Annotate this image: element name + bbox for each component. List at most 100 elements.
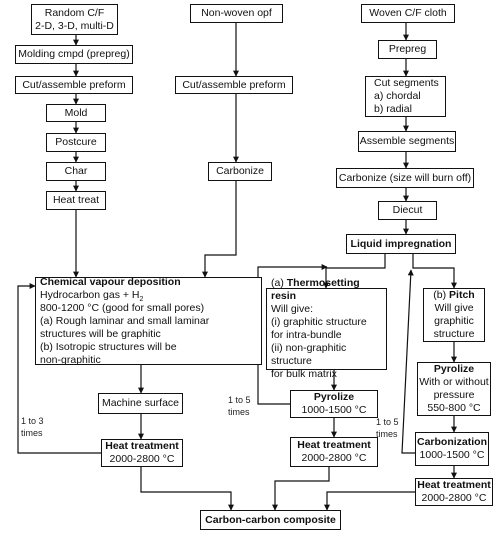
cvd-note-a1: (a) Rough laminar and small laminar: [40, 314, 210, 327]
woven-cf-cloth-box: Woven C/F cloth: [361, 4, 455, 23]
pyrolize-box-2: Pyrolize With or without pressure 550-80…: [417, 362, 491, 416]
thermo-line: (ii) non-graphitic structure: [271, 342, 347, 367]
random-cf-dims: 2-D, 3-D, multi-D: [35, 19, 114, 32]
postcure-label: Postcure: [55, 136, 97, 148]
composite-label: Carbon-carbon composite: [205, 513, 336, 526]
thermo-heading: (a) Thermosetting resin: [271, 277, 386, 303]
carbonization-box: Carbonization 1000-1500 °C: [415, 432, 489, 466]
woven-label: Woven C/F cloth: [369, 7, 447, 19]
cut-segments-box: Cut segments a) chordal b) radial: [365, 76, 446, 117]
pitch-title: Pitch: [449, 289, 475, 301]
heat-treatment-title: Heat treatment: [105, 440, 179, 452]
diecut-label: Diecut: [392, 204, 423, 216]
carbonization-temp: 1000-1500 °C: [419, 449, 485, 461]
mold-box: Mold: [46, 104, 106, 122]
cut-segments-title: Cut segments: [374, 77, 439, 89]
pyrolize-line: pressure: [433, 389, 475, 401]
pyrolize-box-1: Pyrolize 1000-1500 °C: [290, 390, 378, 418]
cvd-title: Chemical vapour deposition: [40, 275, 181, 288]
cut-segments-chordal: a) chordal: [374, 90, 421, 102]
postcure-box: Postcure: [46, 133, 106, 152]
thermo-line: for intra-bundle: [271, 329, 342, 341]
arrow: [140, 467, 234, 511]
thermo-loop-label: 1 to 5 times: [228, 394, 251, 418]
machine-surface-label: Machine surface: [101, 397, 180, 409]
cut-assemble-label: Cut/assemble preform: [182, 78, 286, 91]
loop-arrow: [401, 269, 415, 454]
cvd-box: Chemical vapour deposition Hydrocarbon g…: [35, 275, 262, 366]
machine-surface-box: Machine surface: [98, 393, 183, 414]
cut-assemble-label: Cut/assemble preform: [22, 78, 126, 91]
carbonize-box-1: Carbonize: [208, 162, 272, 181]
pyrolize-temp: 1000-1500 °C: [301, 404, 367, 416]
loop-count: 1 to 5: [228, 395, 251, 405]
pitch-line: structure: [433, 328, 475, 340]
pyrolize-title: Pyrolize: [433, 363, 475, 375]
pyrolize-line: With or without: [419, 376, 489, 388]
prepreg-label: Prepreg: [388, 43, 427, 55]
char-box: Char: [46, 162, 106, 181]
arrow: [202, 181, 237, 278]
char-label: Char: [64, 165, 88, 177]
pitch-line: Will give: [434, 302, 474, 314]
heat-treatment-mid-box: Heat treatment 2000-2800 °C: [290, 437, 378, 467]
pitch-prefix: (b): [433, 289, 450, 301]
carbon-carbon-composite-box: Carbon-carbon composite: [200, 510, 341, 530]
pyrolize-title: Pyrolize: [313, 391, 355, 403]
assemble-segments-box: Assemble segments: [358, 131, 456, 152]
loop-unit: times: [228, 407, 250, 417]
cvd-temp: 800-1200 °C (good for small pores): [40, 301, 205, 314]
cut-assemble-preform-box-2: Cut/assemble preform: [175, 76, 293, 94]
pitch-heading: (b) Pitch: [433, 289, 474, 302]
loop-unit: times: [21, 428, 43, 438]
molding-label: Molding cmpd (prepreg): [18, 48, 130, 60]
random-cf-label: Random C/F: [44, 6, 105, 19]
heat-treatment-temp: 2000-2800 °C: [421, 492, 487, 504]
assemble-label: Assemble segments: [359, 135, 455, 147]
liquid-impregnation-label: Liquid impregnation: [350, 237, 452, 250]
cvd-gas-text: Hydrocarbon gas + H: [40, 288, 140, 301]
cvd-note-b2: non-graphitic: [40, 353, 101, 366]
cvd-note-a2: structures will be graphitic: [40, 327, 161, 340]
heat-treatment-title: Heat treatment: [417, 479, 491, 491]
loop-count: 1 to 5: [376, 417, 399, 427]
heat-treat-box: Heat treat: [46, 191, 106, 210]
heat-treatment-title: Heat treatment: [297, 439, 371, 451]
mold-label: Mold: [64, 106, 88, 119]
thermo-prefix: (a): [271, 277, 287, 289]
carbonization-title: Carbonization: [417, 436, 487, 448]
diecut-box: Diecut: [378, 201, 437, 220]
liquid-impregnation-box: Liquid impregnation: [346, 234, 456, 254]
pyrolize-temp: 550-800 °C: [427, 402, 481, 414]
pitch-box: (b) Pitch Will give graphitic structure: [423, 288, 485, 342]
pitch-loop-label: 1 to 5 times: [376, 416, 399, 440]
loop-unit: times: [376, 429, 398, 439]
heat-treatment-left-box: Heat treatment 2000-2800 °C: [101, 439, 183, 467]
non-woven-opf-box: Non-woven opf: [190, 4, 283, 23]
thermo-line: (i) graphitic structure: [271, 316, 367, 328]
heat-treatment-temp: 2000-2800 °C: [109, 453, 175, 465]
cut-segments-radial: b) radial: [374, 103, 412, 115]
thermo-line: for bulk matrix: [271, 368, 337, 380]
thermo-line: Will give:: [271, 303, 314, 315]
prepreg-box: Prepreg: [378, 40, 437, 59]
cvd-gas: Hydrocarbon gas + H2: [40, 288, 143, 303]
molding-compound-box: Molding cmpd (prepreg): [15, 45, 133, 64]
cut-assemble-preform-box-1: Cut/assemble preform: [15, 76, 133, 94]
arrow: [272, 467, 330, 511]
cvd-note-b1: (b) Isotropic structures will be: [40, 340, 177, 353]
arrow: [412, 254, 457, 289]
cvd-loop-label: 1 to 3 times: [21, 415, 44, 439]
carbonize-size-label: Carbonize (size will burn off): [338, 171, 472, 184]
non-woven-label: Non-woven opf: [201, 7, 272, 19]
heat-treat-label: Heat treat: [52, 194, 100, 206]
carbonize-label: Carbonize: [216, 165, 264, 177]
loop-count: 1 to 3: [21, 416, 44, 426]
carbonize-size-box: Carbonize (size will burn off): [336, 168, 474, 188]
arrow: [324, 491, 415, 511]
heat-treatment-right-box: Heat treatment 2000-2800 °C: [415, 478, 493, 506]
random-cf-box: Random C/F 2-D, 3-D, multi-D: [31, 4, 118, 35]
pitch-line: graphitic: [434, 315, 474, 327]
heat-treatment-temp: 2000-2800 °C: [301, 452, 367, 464]
thermosetting-resin-box: (a) Thermosetting resin Will give: (i) g…: [266, 277, 387, 380]
